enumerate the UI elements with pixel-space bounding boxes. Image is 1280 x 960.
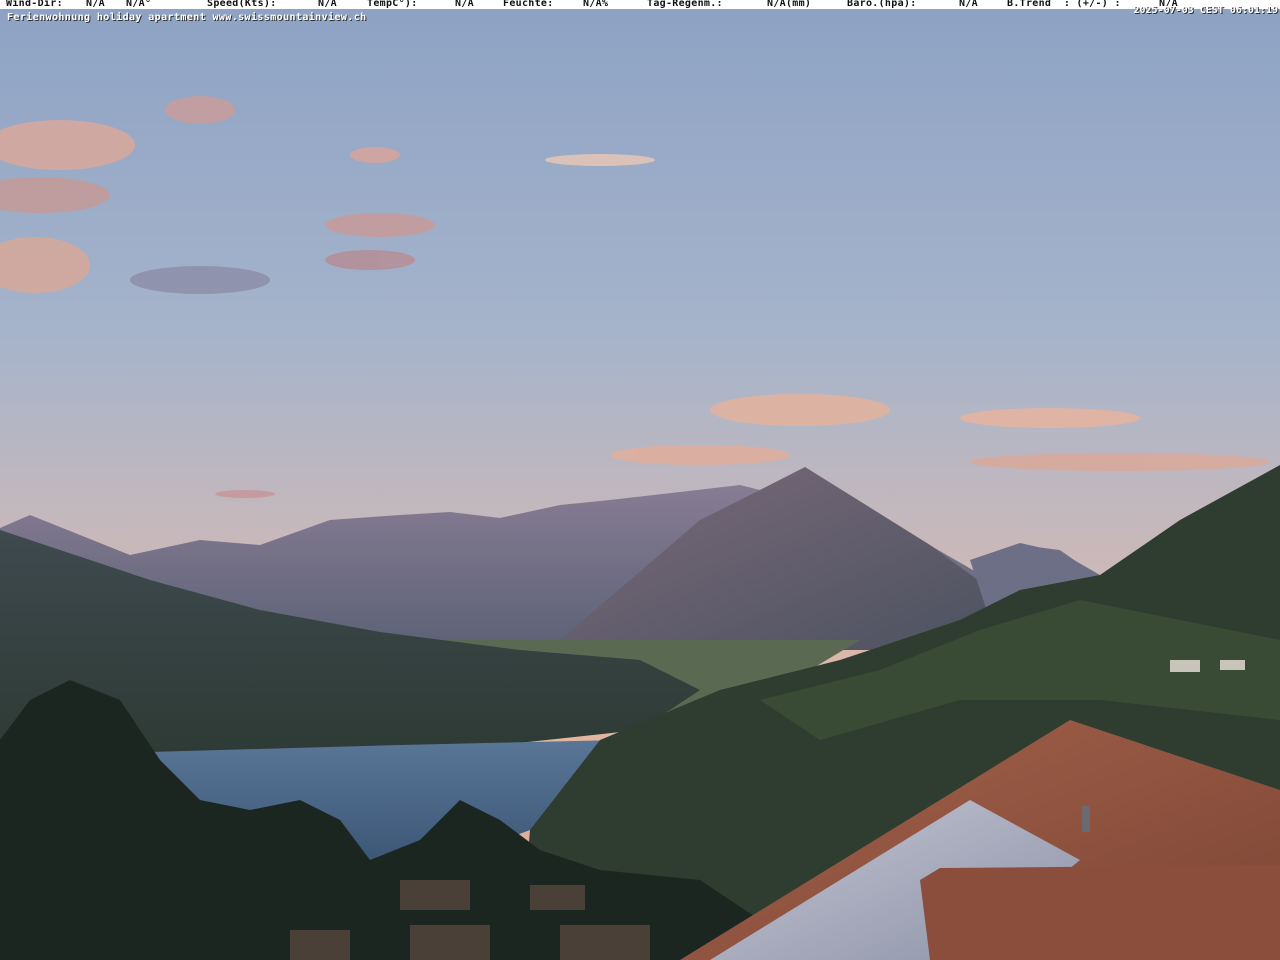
webcam-caption: Ferienwohnung holiday apartment www.swis… <box>7 12 367 23</box>
speed-label: Speed(Kts): <box>207 0 277 9</box>
rain-label: Tag-Regenm.: <box>647 0 723 9</box>
webcam-timestamp: 2025-07-03 CEST 06:01:19 <box>1133 5 1279 16</box>
wind-dir-value: N/A <box>86 0 105 9</box>
lower-roof <box>920 865 1280 960</box>
webcam-landscape-image <box>0 0 1280 960</box>
speed-value: N/A <box>318 0 337 9</box>
trend-label: B.Trend : (+/-) : <box>1007 0 1121 9</box>
wind-deg-value: N/A° <box>126 0 152 9</box>
baro-value: N/A <box>959 0 978 9</box>
temp-label: TempC°): <box>367 0 418 9</box>
wind-dir-label: Wind-Dir: <box>6 0 63 9</box>
rain-value: N/A(mm) <box>767 0 812 9</box>
humidity-label: Feuchte: <box>503 0 554 9</box>
baro-label: Baro.(hpa): <box>847 0 917 9</box>
temp-value: N/A <box>455 0 474 9</box>
chimney <box>1082 806 1090 832</box>
humidity-value: N/A% <box>583 0 609 9</box>
